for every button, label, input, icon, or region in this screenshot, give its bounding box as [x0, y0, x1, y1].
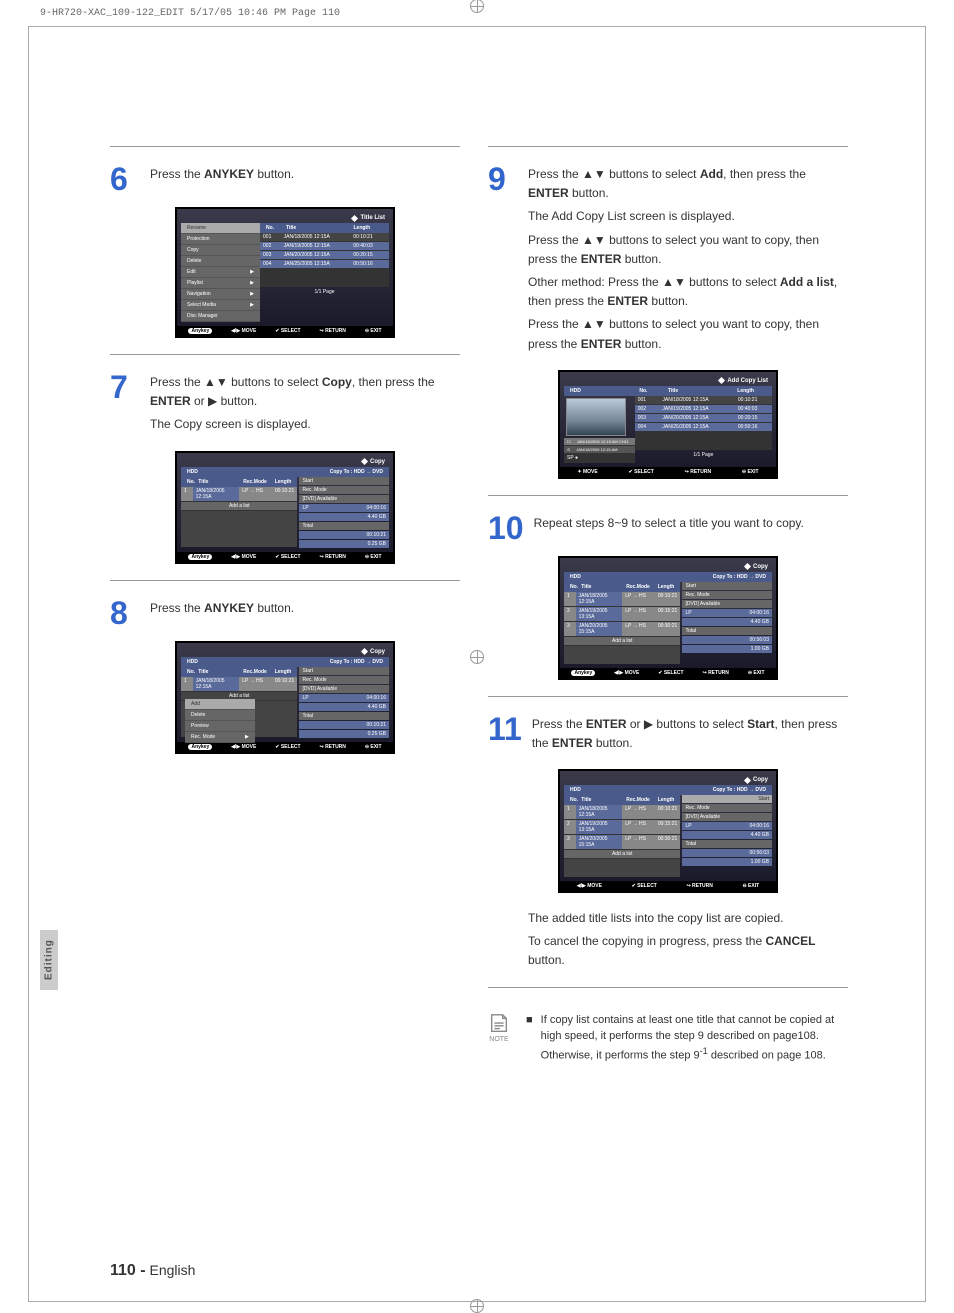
registration-mark-icon — [470, 1299, 484, 1313]
step-number: 6 — [110, 163, 140, 195]
anykey-icon: Anykey — [571, 670, 595, 676]
step-number: 9 — [488, 163, 518, 195]
step-11: 11 Press the ENTER or ▶ buttons to selec… — [488, 713, 848, 757]
step-number: 10 — [488, 512, 524, 544]
diamond-icon — [744, 777, 751, 784]
menu-item: Edit▶ — [181, 267, 260, 278]
thumbnail-image — [566, 398, 626, 436]
diamond-icon — [361, 648, 368, 655]
step-7: 7 Press the ▲▼ buttons to select Copy, t… — [110, 371, 460, 439]
step-number: 8 — [110, 597, 140, 629]
text: Press the ▲▼ buttons to select — [150, 375, 322, 389]
anykey-icon: Anykey — [188, 328, 212, 334]
page-number: 110 - — [110, 1262, 146, 1279]
page-footer: 110 - English — [110, 1262, 195, 1280]
menu-item: Copy — [181, 245, 260, 256]
diamond-icon — [744, 563, 751, 570]
text: button. — [254, 167, 294, 181]
step-number: 7 — [110, 371, 140, 403]
screenshot-copy: Copy HDDCopy To : HDD → DVD No.TitleRec.… — [175, 451, 395, 564]
menu-item: Disc Manager — [181, 311, 260, 322]
note-label: NOTE — [488, 1036, 510, 1043]
step-number: 11 — [488, 713, 522, 745]
step-9: 9 Press the ▲▼ buttons to select Add, th… — [488, 163, 848, 358]
step-10: 10 Repeat steps 8~9 to select a title yo… — [488, 512, 848, 544]
registration-mark-icon — [470, 0, 484, 13]
anykey-icon: Anykey — [188, 744, 212, 750]
right-column: 9 Press the ▲▼ buttons to select Add, th… — [488, 130, 848, 1064]
menu-item: Delete — [181, 256, 260, 267]
ss-title: Title List — [360, 215, 385, 221]
text: Press the — [150, 167, 204, 181]
menu-item: Navigation▶ — [181, 289, 260, 300]
screenshot-copy-list-3: Copy HDDCopy To : HDD → DVD No.TitleRec.… — [558, 556, 778, 680]
screenshot-title-list: Title List Rename Protection Copy Delete… — [175, 207, 395, 338]
diamond-icon — [361, 458, 368, 465]
screenshot-add-copy-list: Add Copy List HDDNo.TitleLength ☐JAN/18/… — [558, 370, 778, 479]
menu-item: Playlist▶ — [181, 278, 260, 289]
page-indicator: 1/1 Page — [260, 287, 389, 297]
text-bold: Copy — [322, 375, 352, 389]
diamond-icon — [718, 377, 725, 384]
note-box: NOTE ■ If copy list contains at least on… — [488, 1012, 848, 1064]
step-8: 8 Press the ANYKEY button. — [110, 597, 460, 629]
page-language: English — [149, 1262, 195, 1278]
text-bold: ANYKEY — [204, 167, 254, 181]
menu-item: Rename — [181, 223, 260, 234]
anykey-icon: Anykey — [188, 554, 212, 560]
screenshot-copy-start: Copy HDDCopy To : HDD → DVD No.TitleRec.… — [558, 769, 778, 893]
bullet-icon: ■ — [526, 1012, 533, 1064]
section-tab: Editing — [40, 930, 58, 990]
diamond-icon — [351, 214, 358, 221]
file-meta: 9-HR720-XAC_109-122_EDIT 5/17/05 10:46 P… — [40, 8, 340, 19]
step-6: 6 Press the ANYKEY button. — [110, 163, 460, 195]
menu-item: Select Media▶ — [181, 300, 260, 311]
text: The Copy screen is displayed. — [150, 415, 460, 434]
left-column: 6 Press the ANYKEY button. Title List Re… — [110, 130, 460, 768]
note-icon — [488, 1012, 510, 1034]
menu-item: Protection — [181, 234, 260, 245]
screenshot-copy-menu: Copy HDDCopy To : HDD → DVD No.TitleRec.… — [175, 641, 395, 754]
